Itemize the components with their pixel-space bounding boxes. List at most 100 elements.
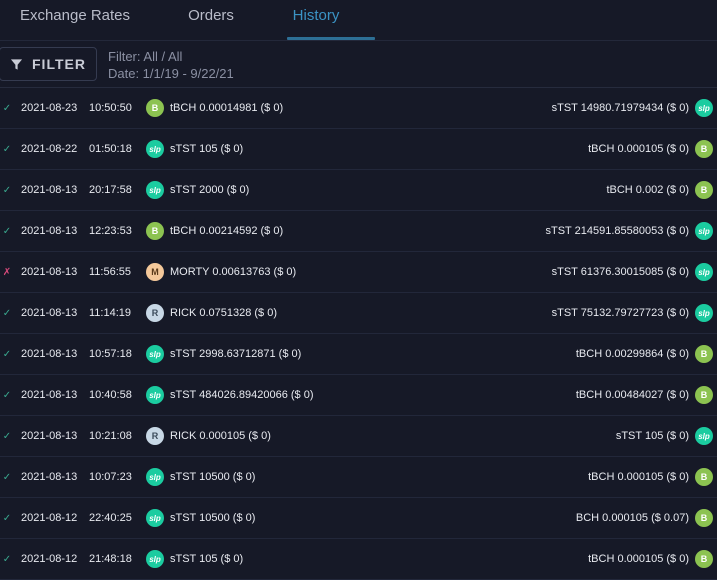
received-amount-text: tBCH 0.00299864 ($ 0): [575, 348, 689, 360]
row-date: 2021-08-13: [21, 225, 78, 237]
history-row[interactable]: ✓ 2021-08-22 01:50:18 slp sTST 105 ($ 0) tBCH…: [0, 129, 717, 170]
received-amount: tBCH 0.00299864 ($ 0) B: [576, 345, 713, 363]
date-range-text: Date: 1/1/19 - 9/22/21: [108, 66, 234, 81]
check-icon: ✓: [2, 471, 12, 483]
sent-amount: slp sTST 10500 ($ 0): [146, 468, 255, 486]
sent-amount: slp sTST 105 ($ 0): [146, 550, 243, 568]
slp-icon: slp: [146, 345, 164, 363]
row-time: 12:23:53: [89, 225, 132, 237]
history-row[interactable]: ✓ 2021-08-13 12:23:53 BtBCH 0.00214592 ($ 0…: [0, 211, 717, 252]
slp-icon: slp: [695, 222, 713, 240]
sent-amount-text: sTST 2998.63712871 ($ 0): [170, 348, 302, 360]
history-row[interactable]: ✓ 2021-08-13 10:40:58 slp sTST 484026.894200…: [0, 375, 717, 416]
row-date: 2021-08-13: [21, 184, 78, 196]
check-icon: ✓: [2, 184, 12, 196]
sent-amount-text: MORTY 0.00613763 ($ 0): [170, 266, 297, 278]
slp-icon: slp: [695, 263, 713, 281]
received-amount: tBCH 0.00484027 ($ 0) B: [576, 386, 713, 404]
funnel-icon: [10, 58, 23, 71]
bch-icon: B: [695, 140, 713, 158]
sent-amount-text: RICK 0.0751328 ($ 0): [170, 307, 278, 319]
sent-amount-text: sTST 105 ($ 0): [170, 143, 244, 155]
received-amount: tBCH 0.000105 ($ 0) B: [588, 550, 713, 568]
received-amount: sTST 14980.71979434 ($ 0) slp: [552, 99, 713, 117]
history-row[interactable]: ✓ 2021-08-13 11:14:19 R RICK 0.0751328 ($ 0)…: [0, 293, 717, 334]
bch-icon: B: [695, 468, 713, 486]
received-amount: sTST 61376.30015085 ($ 0) slp: [552, 263, 713, 281]
filter-button[interactable]: FILTER: [0, 47, 97, 81]
bch-icon: B: [695, 509, 713, 527]
row-date: 2021-08-13: [21, 307, 78, 319]
row-date: 2021-08-23: [21, 102, 78, 114]
received-amount-text: tBCH 0.002 ($ 0): [606, 184, 689, 196]
cross-icon: ✗: [2, 266, 12, 278]
sent-amount-text: sTST 2000 ($ 0): [170, 184, 250, 196]
sent-amount: BtBCH 0.00014981 ($ 0): [146, 99, 283, 117]
received-amount: sTST 105 ($ 0) slp: [616, 427, 713, 445]
slp-icon: slp: [695, 427, 713, 445]
row-time: 10:57:18: [89, 348, 132, 360]
history-row[interactable]: ✓ 2021-08-12 22:40:25 slp sTST 10500 ($ 0) BC…: [0, 498, 717, 539]
rick-icon: R: [146, 427, 164, 445]
history-row[interactable]: ✓ 2021-08-13 20:17:58 slp sTST 2000 ($ 0) tBC…: [0, 170, 717, 211]
received-amount-text: tBCH 0.00484027 ($ 0): [575, 389, 689, 401]
slp-icon: slp: [146, 550, 164, 568]
history-row[interactable]: ✓ 2021-08-23 10:50:50 BtBCH 0.00014981 ($ 0…: [0, 88, 717, 129]
received-amount-text: tBCH 0.000105 ($ 0): [588, 143, 689, 155]
received-amount: tBCH 0.000105 ($ 0) B: [588, 468, 713, 486]
slp-icon: slp: [146, 386, 164, 404]
check-icon: ✓: [2, 348, 12, 360]
sent-amount-text: sTST 10500 ($ 0): [170, 471, 256, 483]
received-amount-text: sTST 14980.71979434 ($ 0): [551, 102, 689, 114]
bch-icon: B: [695, 345, 713, 363]
row-date: 2021-08-13: [21, 471, 78, 483]
bch-icon: B: [695, 181, 713, 199]
row-time: 10:07:23: [89, 471, 132, 483]
row-time: 10:21:08: [89, 430, 132, 442]
history-row[interactable]: ✓ 2021-08-13 10:57:18 slp sTST 2998.63712871…: [0, 334, 717, 375]
row-time: 10:50:50: [89, 102, 132, 114]
sent-amount: R RICK 0.0751328 ($ 0): [146, 304, 277, 322]
sent-amount: slp sTST 10500 ($ 0): [146, 509, 255, 527]
sent-amount: slp sTST 484026.89420066 ($ 0): [146, 386, 314, 404]
tab-exchange-rates[interactable]: Exchange Rates: [0, 0, 150, 40]
morty-icon: M: [146, 263, 164, 281]
sent-amount: R RICK 0.000105 ($ 0): [146, 427, 271, 445]
row-time: 01:50:18: [89, 143, 132, 155]
row-date: 2021-08-13: [21, 266, 78, 278]
history-row[interactable]: ✓ 2021-08-13 10:07:23 slp sTST 10500 ($ 0) tB…: [0, 457, 717, 498]
row-date: 2021-08-13: [21, 430, 78, 442]
rick-icon: R: [146, 304, 164, 322]
received-amount-text: BCH 0.000105 ($ 0.07): [575, 512, 689, 524]
tab-orders[interactable]: Orders: [150, 0, 272, 40]
sent-amount: BtBCH 0.00214592 ($ 0): [146, 222, 283, 240]
history-row[interactable]: ✗ 2021-08-13 11:56:55 M MORTY 0.00613763 ($ …: [0, 252, 717, 293]
history-row[interactable]: ✓ 2021-08-12 21:48:18 slp sTST 105 ($ 0) tBCH…: [0, 539, 717, 580]
sent-amount-text: tBCH 0.00214592 ($ 0): [170, 225, 284, 237]
received-amount-text: tBCH 0.000105 ($ 0): [588, 471, 689, 483]
row-date: 2021-08-13: [21, 389, 78, 401]
bch-icon: B: [695, 386, 713, 404]
check-icon: ✓: [2, 143, 12, 155]
row-time: 10:40:58: [89, 389, 132, 401]
sent-amount: slp sTST 2998.63712871 ($ 0): [146, 345, 301, 363]
sent-amount-text: sTST 105 ($ 0): [170, 553, 244, 565]
history-list: ✓ 2021-08-23 10:50:50 BtBCH 0.00014981 ($ 0…: [0, 88, 717, 580]
slp-icon: slp: [146, 468, 164, 486]
row-time: 21:48:18: [89, 553, 132, 565]
sent-amount-text: sTST 484026.89420066 ($ 0): [170, 389, 314, 401]
slp-icon: slp: [695, 99, 713, 117]
slp-icon: slp: [146, 509, 164, 527]
row-date: 2021-08-13: [21, 348, 78, 360]
sent-amount: slp sTST 105 ($ 0): [146, 140, 243, 158]
row-time: 11:56:55: [89, 266, 132, 278]
received-amount: tBCH 0.002 ($ 0) B: [606, 181, 713, 199]
tab-history[interactable]: History: [272, 0, 360, 40]
tab-bar: Exchange Rates Orders History: [0, 0, 717, 41]
row-date: 2021-08-22: [21, 143, 78, 155]
received-amount-text: sTST 105 ($ 0): [615, 430, 689, 442]
row-time: 22:40:25: [89, 512, 132, 524]
row-time: 20:17:58: [89, 184, 132, 196]
history-row[interactable]: ✓ 2021-08-13 10:21:08 R RICK 0.000105 ($ 0) s…: [0, 416, 717, 457]
row-date: 2021-08-12: [21, 553, 78, 565]
